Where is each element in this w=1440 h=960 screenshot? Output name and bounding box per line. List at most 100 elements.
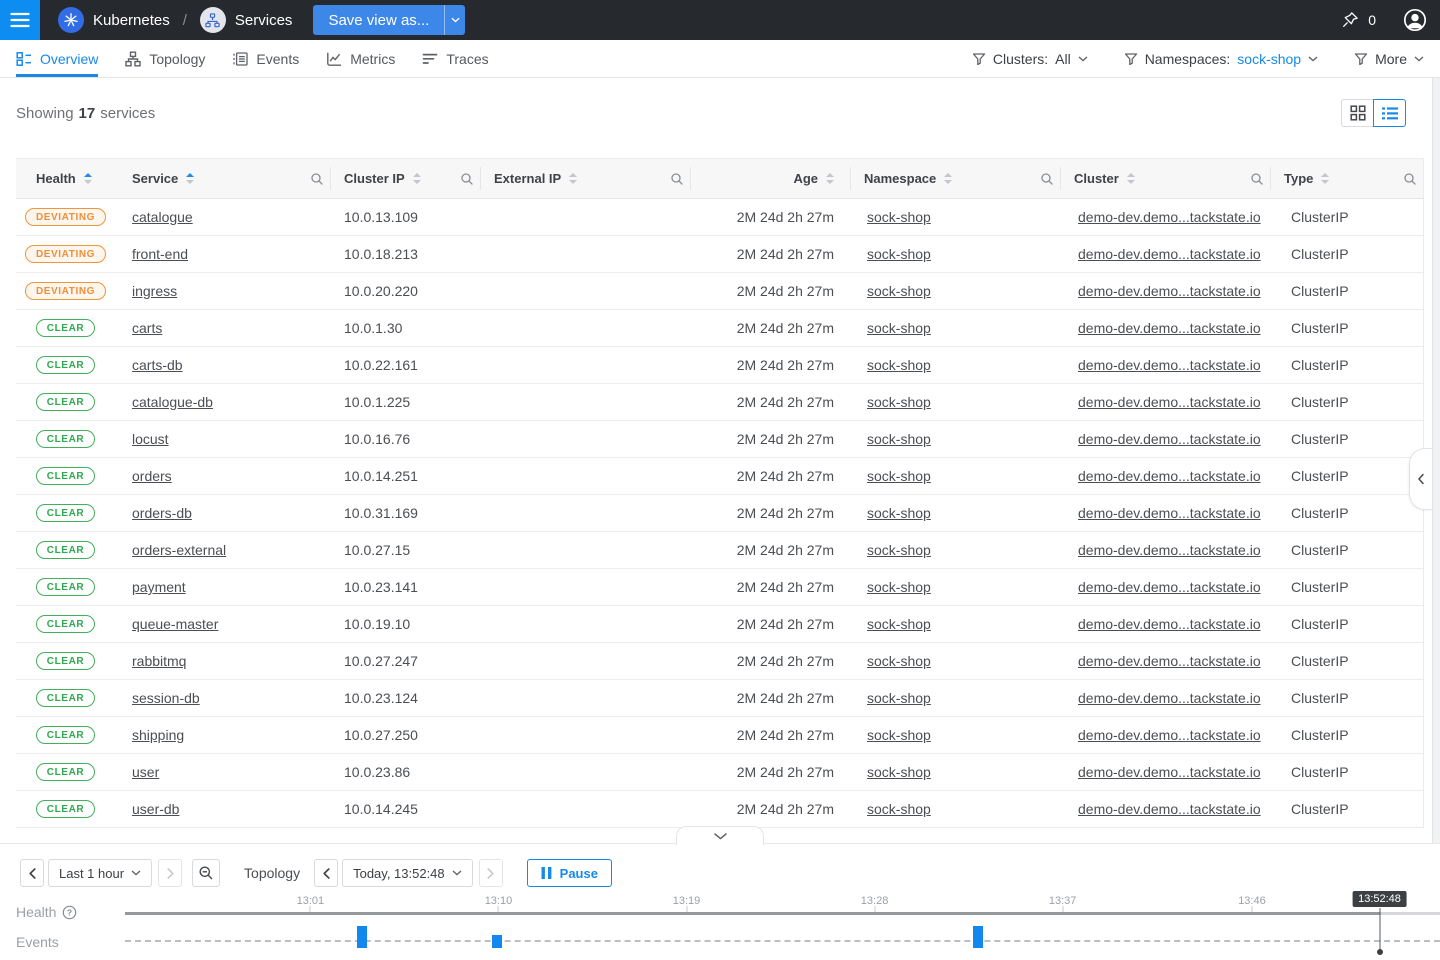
cluster-link[interactable]: demo-dev.demo...tackstate.io [1078, 727, 1261, 743]
service-link[interactable]: shipping [132, 727, 184, 743]
timeline-cursor-dot[interactable] [1377, 949, 1383, 955]
namespace-link[interactable]: sock-shop [867, 357, 931, 373]
tab-topology[interactable]: Topology [125, 40, 205, 77]
service-link[interactable]: orders [132, 468, 172, 484]
range-back-button[interactable] [20, 859, 44, 887]
namespace-link[interactable]: sock-shop [867, 209, 931, 225]
cluster-link[interactable]: demo-dev.demo...tackstate.io [1078, 653, 1261, 669]
breadcrumb-view[interactable]: Services [235, 12, 293, 29]
search-icon[interactable] [1403, 172, 1417, 186]
health-badge[interactable]: CLEAR [36, 615, 95, 633]
col-header-external-ip[interactable]: External IP [480, 159, 690, 198]
tab-events[interactable]: Events [232, 40, 299, 77]
time-range-selector[interactable]: Last 1 hour [48, 859, 152, 887]
breadcrumb-app[interactable]: Kubernetes [93, 12, 170, 29]
service-link[interactable]: orders-external [132, 542, 226, 558]
health-badge[interactable]: CLEAR [36, 578, 95, 596]
namespace-link[interactable]: sock-shop [867, 764, 931, 780]
cluster-link[interactable]: demo-dev.demo...tackstate.io [1078, 616, 1261, 632]
search-icon[interactable] [1250, 172, 1264, 186]
cluster-link[interactable]: demo-dev.demo...tackstate.io [1078, 209, 1261, 225]
col-header-cluster[interactable]: Cluster [1060, 159, 1270, 198]
time-back-button[interactable] [314, 859, 338, 887]
namespace-link[interactable]: sock-shop [867, 468, 931, 484]
service-link[interactable]: queue-master [132, 616, 218, 632]
cluster-link[interactable]: demo-dev.demo...tackstate.io [1078, 320, 1261, 336]
service-link[interactable]: carts-db [132, 357, 183, 373]
service-link[interactable]: user [132, 764, 159, 780]
cluster-link[interactable]: demo-dev.demo...tackstate.io [1078, 542, 1261, 558]
right-panel-expand-handle[interactable] [1409, 448, 1432, 510]
cluster-link[interactable]: demo-dev.demo...tackstate.io [1078, 431, 1261, 447]
namespace-link[interactable]: sock-shop [867, 690, 931, 706]
more-filters[interactable]: More [1354, 51, 1424, 67]
col-header-age[interactable]: Age [690, 159, 850, 198]
timeline-cursor-tooltip[interactable]: 13:52:48 [1352, 891, 1407, 907]
tab-metrics[interactable]: Metrics [326, 40, 395, 77]
health-badge[interactable]: CLEAR [36, 689, 95, 707]
health-badge[interactable]: CLEAR [36, 356, 95, 374]
event-marker[interactable] [357, 926, 367, 948]
col-header-namespace[interactable]: Namespace [850, 159, 1060, 198]
namespace-link[interactable]: sock-shop [867, 394, 931, 410]
health-badge[interactable]: CLEAR [36, 541, 95, 559]
col-header-health[interactable]: Health [16, 159, 115, 198]
health-badge[interactable]: CLEAR [36, 430, 95, 448]
tab-overview[interactable]: Overview [16, 40, 98, 77]
service-link[interactable]: payment [132, 579, 186, 595]
event-marker[interactable] [492, 935, 502, 948]
cluster-link[interactable]: demo-dev.demo...tackstate.io [1078, 246, 1261, 262]
namespaces-filter[interactable]: Namespaces: sock-shop [1124, 51, 1318, 67]
cluster-link[interactable]: demo-dev.demo...tackstate.io [1078, 357, 1261, 373]
search-icon[interactable] [310, 172, 324, 186]
service-link[interactable]: user-db [132, 801, 179, 817]
namespace-link[interactable]: sock-shop [867, 727, 931, 743]
col-header-service[interactable]: Service [115, 159, 330, 198]
col-header-cluster-ip[interactable]: Cluster IP [330, 159, 480, 198]
cluster-link[interactable]: demo-dev.demo...tackstate.io [1078, 764, 1261, 780]
service-link[interactable]: locust [132, 431, 169, 447]
service-link[interactable]: carts [132, 320, 162, 336]
service-link[interactable]: ingress [132, 283, 177, 299]
search-icon[interactable] [670, 172, 684, 186]
service-link[interactable]: catalogue-db [132, 394, 213, 410]
namespace-link[interactable]: sock-shop [867, 505, 931, 521]
save-view-button[interactable]: Save view as... [313, 5, 444, 35]
health-badge[interactable]: DEVIATING [25, 208, 106, 226]
pinned-views-button[interactable]: 0 [1341, 11, 1376, 29]
clusters-filter[interactable]: Clusters: All [972, 51, 1088, 67]
health-badge[interactable]: DEVIATING [25, 245, 106, 263]
help-icon[interactable]: ? [62, 905, 77, 920]
health-badge[interactable]: CLEAR [36, 800, 95, 818]
cluster-link[interactable]: demo-dev.demo...tackstate.io [1078, 505, 1261, 521]
health-badge[interactable]: CLEAR [36, 504, 95, 522]
pause-button[interactable]: Pause [527, 859, 612, 887]
service-link[interactable]: front-end [132, 246, 188, 262]
col-header-type[interactable]: Type [1270, 159, 1423, 198]
namespace-link[interactable]: sock-shop [867, 801, 931, 817]
search-icon[interactable] [1040, 172, 1054, 186]
namespace-link[interactable]: sock-shop [867, 616, 931, 632]
health-badge[interactable]: DEVIATING [25, 282, 106, 300]
range-forward-button[interactable] [158, 859, 182, 887]
hamburger-menu-button[interactable] [0, 0, 40, 40]
cluster-link[interactable]: demo-dev.demo...tackstate.io [1078, 690, 1261, 706]
health-badge[interactable]: CLEAR [36, 393, 95, 411]
grid-view-button[interactable] [1341, 99, 1374, 127]
time-selector[interactable]: Today, 13:52:48 [342, 859, 473, 887]
health-badge[interactable]: CLEAR [36, 319, 95, 337]
namespace-link[interactable]: sock-shop [867, 431, 931, 447]
user-avatar-button[interactable] [1402, 7, 1428, 33]
cluster-link[interactable]: demo-dev.demo...tackstate.io [1078, 283, 1261, 299]
timeline-cursor-line[interactable] [1379, 908, 1380, 952]
health-badge[interactable]: CLEAR [36, 763, 95, 781]
cluster-link[interactable]: demo-dev.demo...tackstate.io [1078, 801, 1261, 817]
health-badge[interactable]: CLEAR [36, 726, 95, 744]
namespace-link[interactable]: sock-shop [867, 653, 931, 669]
cluster-link[interactable]: demo-dev.demo...tackstate.io [1078, 468, 1261, 484]
service-link[interactable]: catalogue [132, 209, 193, 225]
search-icon[interactable] [460, 172, 474, 186]
service-link[interactable]: rabbitmq [132, 653, 186, 669]
namespace-link[interactable]: sock-shop [867, 283, 931, 299]
namespace-link[interactable]: sock-shop [867, 579, 931, 595]
